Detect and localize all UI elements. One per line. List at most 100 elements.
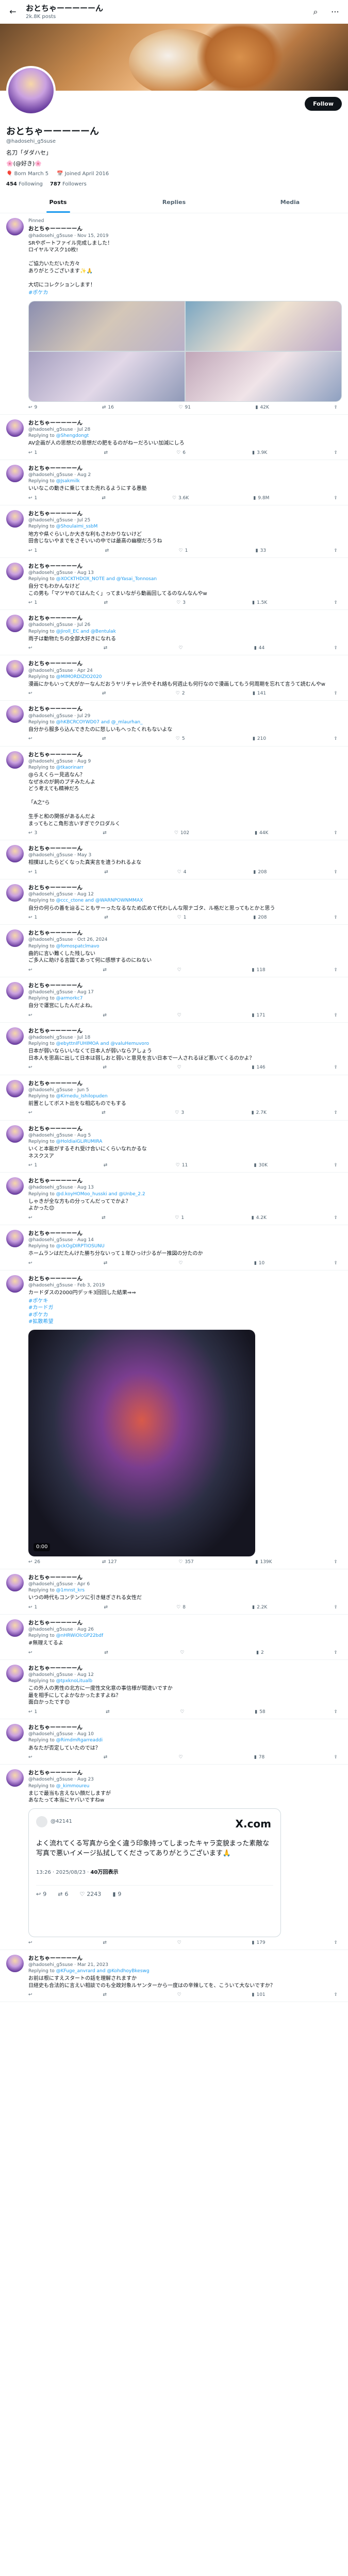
tweet-avatar[interactable]	[6, 751, 24, 769]
reply-mention[interactable]: @ebyttnIFUHIMOA and @valuHemuvoro	[56, 1041, 149, 1046]
tweet-action-reply[interactable]: ↩	[28, 645, 35, 651]
tweet-avatar[interactable]	[6, 981, 24, 999]
reply-mention[interactable]: @Shengdongt	[56, 433, 89, 438]
tweet-action-retweet[interactable]: ⇄	[102, 1215, 108, 1221]
tweet-action-views[interactable]: ▮ 9.8M	[253, 495, 269, 501]
tweet-action-retweet[interactable]: ⇄	[103, 1992, 109, 1998]
tweet[interactable]: おとちゃーーーーーん @hadosehi_g5suse · Apr 24 Reply…	[0, 655, 348, 701]
tweet-avatar[interactable]	[6, 510, 24, 528]
tweet-action-reply[interactable]: ↩	[28, 1215, 35, 1221]
quoted-screenshot[interactable]: @42141 X.com よく流れてくる写真から全く違う印象持ってしまったキャラ変貌…	[28, 1808, 281, 1937]
tweet-action-views[interactable]: ▮ 78	[254, 1754, 264, 1760]
reply-mention[interactable]: @MIMORDIZIO2020	[56, 674, 102, 680]
tweet-avatar[interactable]	[6, 1724, 24, 1742]
tweet-action-retweet[interactable]: ⇄	[106, 1709, 112, 1715]
tweet-author-name[interactable]: おとちゃーーーーーん	[28, 1177, 342, 1184]
tweet-avatar[interactable]	[6, 884, 24, 902]
tweet-author-name[interactable]: おとちゃーーーーーん	[28, 1724, 342, 1731]
tweet[interactable]: おとちゃーーーーーん @hadosehi_g5suse · Apr 6 Replyi…	[0, 1569, 348, 1615]
tweet-avatar[interactable]	[6, 1275, 24, 1293]
tweet-action-like[interactable]: ♡ 8	[176, 1604, 186, 1611]
tweet-author-name[interactable]: おとちゃーーーーーん	[28, 1619, 342, 1626]
tweet-action-retweet[interactable]: ⇄	[104, 600, 110, 606]
tweet-avatar[interactable]	[6, 1229, 24, 1247]
followers-link[interactable]: 787 Followers	[50, 181, 87, 188]
following-link[interactable]: 454 Following	[6, 181, 43, 188]
tweet-action-reply[interactable]: ↩ 1	[28, 1604, 37, 1611]
reply-mention[interactable]: @1mnst_krs	[56, 1588, 85, 1593]
tweet-avatar[interactable]	[6, 705, 24, 723]
tweet[interactable]: おとちゃーーーーーん @hadosehi_g5suse · Oct 26, 202…	[0, 925, 348, 977]
tweet-action-retweet[interactable]: ⇄	[104, 1162, 110, 1168]
tweet-action-like[interactable]: ♡ 357	[178, 1559, 193, 1565]
reply-mention[interactable]: @XOCKTHDOX_NOTE and @Yasai_Tonnosan	[56, 577, 157, 582]
tweet-image[interactable]	[186, 301, 341, 351]
tweet-action-like[interactable]: ♡	[180, 1709, 186, 1715]
reply-mention[interactable]: @tpxknoLitualb	[56, 1679, 92, 1684]
tweet-action-share[interactable]: ⇪	[334, 1559, 338, 1565]
tweet-action-views[interactable]: ▮ 58	[255, 1709, 265, 1715]
tweet-avatar[interactable]	[6, 660, 24, 678]
tweet-action-like[interactable]: ♡ 11	[176, 1162, 188, 1168]
tweet-action-reply[interactable]: ↩	[28, 1064, 35, 1071]
tweet-action-like[interactable]: ♡ 5	[176, 736, 185, 742]
tweet-avatar[interactable]	[6, 465, 24, 483]
tweet[interactable]: おとちゃーーーーーん @hadosehi_g5suse · Aug 5 Replyi…	[0, 1121, 348, 1173]
tweet[interactable]: Pinned おとちゃーーーーーん @hadosehi_g5suse · Nov 1…	[0, 213, 348, 415]
tweet-author-name[interactable]: おとちゃーーーーーん	[28, 929, 342, 937]
tweet-action-views[interactable]: ▮ 208	[253, 869, 267, 875]
tweet[interactable]: おとちゃーーーーーん @hadosehi_g5suse · Aug 26 Reply…	[0, 1615, 348, 1660]
tweet-author-name[interactable]: おとちゃーーーーーん	[28, 884, 342, 891]
tweet-action-share[interactable]: ⇪	[334, 450, 338, 456]
profile-avatar[interactable]	[6, 66, 56, 115]
tweet-action-like[interactable]: ♡ 3.6K	[172, 495, 189, 501]
tweet-action-like[interactable]: ♡	[180, 1650, 186, 1656]
tweet-action-like[interactable]: ♡ 1	[177, 914, 187, 921]
tweet-action-share[interactable]: ⇪	[334, 548, 338, 554]
reply-mention[interactable]: @ccc_ctone and @WARNPOWNMMAX	[56, 898, 143, 903]
tweet-action-reply[interactable]: ↩ 1	[28, 869, 37, 875]
tweet-author-name[interactable]: おとちゃーーーーーん	[28, 1955, 342, 1962]
tweet-action-views[interactable]: ▮ 2.2K	[252, 1604, 267, 1611]
tweet[interactable]: おとちゃーーーーーん @hadosehi_g5suse · Aug 12 Reply…	[0, 879, 348, 925]
tweet-action-retweet[interactable]: ⇄	[102, 495, 108, 501]
tweet-action-retweet[interactable]: ⇄	[104, 450, 110, 456]
tweet-action-share[interactable]: ⇪	[334, 1754, 338, 1760]
reply-mention[interactable]: @d.koyHOMoo_husski and @Unbe_2.2	[56, 1192, 145, 1197]
reply-mention[interactable]: @armorkc7	[56, 996, 83, 1001]
search-icon[interactable]: ⌕	[309, 5, 322, 19]
tweet-action-views[interactable]: ▮ 146	[252, 1064, 266, 1071]
more-icon[interactable]: ⋯	[328, 5, 342, 19]
reply-mention[interactable]: @tkaorinarr	[56, 765, 84, 770]
tweet-author-name[interactable]: おとちゃーーーーーん	[28, 465, 342, 472]
tweet-action-retweet[interactable]: ⇄	[103, 1012, 109, 1019]
tweet-action-reply[interactable]: ↩	[28, 1992, 35, 1998]
tweet[interactable]: おとちゃーーーーーん @hadosehi_g5suse · Jul 28 Reply…	[0, 415, 348, 461]
tweet-action-retweet[interactable]: ⇄	[105, 548, 111, 554]
tweet-avatar[interactable]	[6, 845, 24, 863]
tweet-action-share[interactable]: ⇪	[334, 869, 338, 875]
tweet-author-name[interactable]: おとちゃーーーーーん	[28, 419, 342, 427]
reply-mention[interactable]: @Kirnedu_Ishilopuden	[56, 1094, 108, 1099]
arrow-left-icon[interactable]: ←	[6, 5, 20, 19]
reply-mention[interactable]: @ckOgDIRPTIOSUNU	[56, 1244, 105, 1249]
reply-mention[interactable]: @Shoulaimi_ssbM	[56, 524, 98, 529]
tweet[interactable]: おとちゃーーーーーん @hadosehi_g5suse · Aug 9 Replyi…	[0, 747, 348, 841]
tweet-action-share[interactable]: ⇪	[334, 690, 338, 697]
tweet-avatar[interactable]	[6, 1769, 24, 1787]
tweet-action-like[interactable]: ♡	[179, 645, 185, 651]
tweet-action-like[interactable]: ♡ 2	[176, 690, 185, 697]
tweet-action-retweet[interactable]: ⇄ 127	[102, 1559, 117, 1565]
tweet-action-reply[interactable]: ↩	[28, 736, 35, 742]
tweet-author-name[interactable]: おとちゃーーーーーん	[28, 1230, 342, 1237]
tweet-action-share[interactable]: ⇪	[334, 1940, 338, 1946]
tweet-action-retweet[interactable]: ⇄	[103, 830, 109, 836]
tweet-action-views[interactable]: ▮ 101	[252, 1992, 266, 1998]
reply-mention[interactable]: @nHRWiOlcGP22bdf	[56, 1633, 104, 1638]
tab-replies[interactable]: Replies	[116, 193, 232, 213]
tweet-action-reply[interactable]: ↩ 1	[28, 495, 37, 501]
tweet-action-reply[interactable]: ↩ 1	[28, 914, 37, 921]
tweet-action-retweet[interactable]: ⇄	[102, 1110, 108, 1116]
tweet-action-views[interactable]: ▮ 139K	[256, 1559, 272, 1565]
tweet-avatar[interactable]	[6, 1079, 24, 1097]
